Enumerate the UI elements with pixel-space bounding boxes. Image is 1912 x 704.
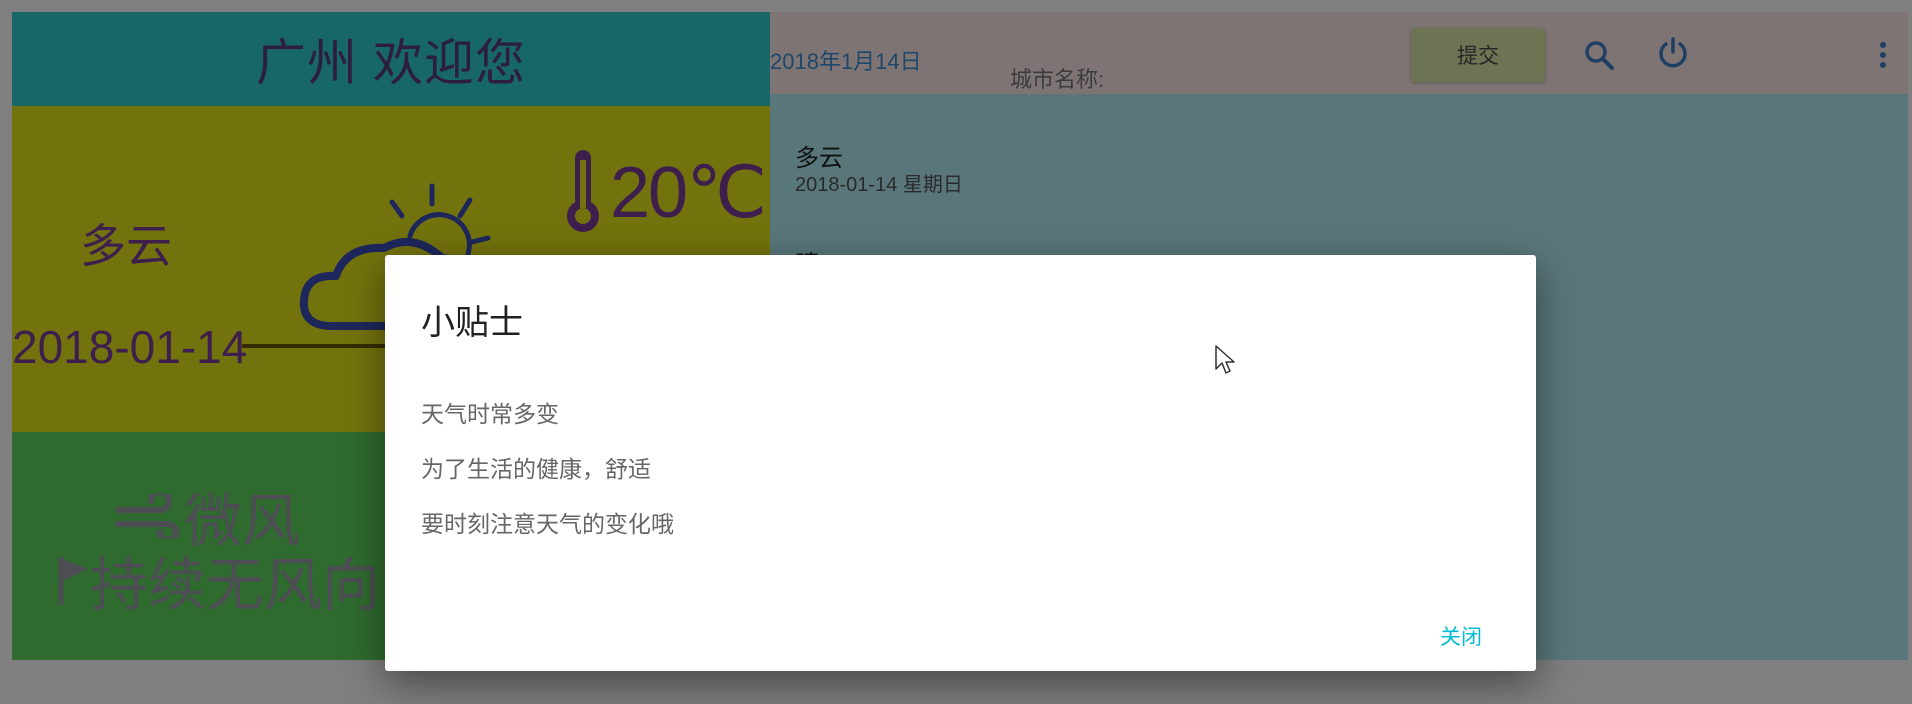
dialog-text-line: 为了生活的健康，舒适	[421, 456, 651, 482]
dialog-text-line: 要时刻注意天气的变化哦	[421, 511, 674, 537]
dialog-text-line: 天气时常多变	[421, 401, 559, 427]
dialog-title: 小贴士	[421, 304, 523, 342]
mouse-cursor-icon	[1215, 345, 1235, 374]
app-root: 广州 欢迎您 多云 2018-01-14 20℃	[0, 0, 1912, 704]
tips-dialog: 小贴士 天气时常多变 为了生活的健康，舒适 要时刻注意天气的变化哦 关闭	[385, 255, 1536, 671]
close-button[interactable]: 关闭	[1440, 621, 1482, 651]
